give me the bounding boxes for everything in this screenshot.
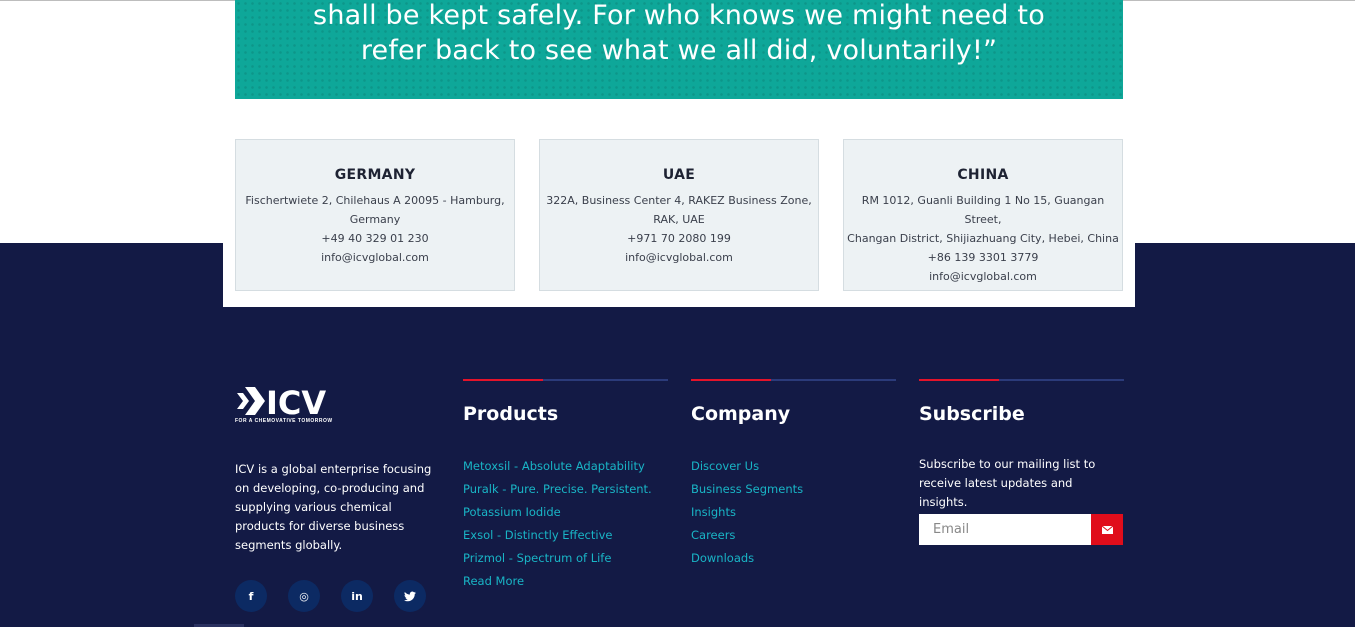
quote-banner: shall be kept safely. For who knows we m… [235,0,1123,99]
twitter-icon[interactable] [394,580,426,612]
company-link-downloads[interactable]: Downloads [691,547,896,570]
product-link-puralk[interactable]: Puralk - Pure. Precise. Persistent. [463,478,668,501]
office-email[interactable]: info@icvglobal.com [540,248,818,267]
office-country: UAE [662,167,696,183]
office-address-line2: RAK, UAE [653,213,705,226]
read-more-link[interactable]: Read More [463,570,668,593]
facebook-icon[interactable]: f [235,580,267,612]
instagram-icon[interactable]: ◎ [288,580,320,612]
office-card-germany: GERMANY Fischertwiete 2, Chilehaus A 200… [235,139,515,291]
office-country: GERMANY [334,167,416,183]
company-links: Discover Us Business Segments Insights C… [691,455,896,570]
company-link-careers[interactable]: Careers [691,524,896,547]
company-column: Company Discover Us Business Segments In… [691,379,896,570]
quote-line-2: refer back to see what we all did, volun… [360,35,998,66]
company-link-insights[interactable]: Insights [691,501,896,524]
linkedin-icon[interactable]: in [341,580,373,612]
company-link-discover-us[interactable]: Discover Us [691,455,896,478]
office-email[interactable]: info@icvglobal.com [236,248,514,267]
icv-logo-mark: ICV [237,384,326,422]
office-address-line2: Changan District, Shijiazhuang City, Heb… [847,232,1119,245]
office-phone[interactable]: +971 70 2080 199 [540,229,818,248]
email-input[interactable] [919,514,1091,545]
office-phone[interactable]: +86 139 3301 3779 [844,248,1122,267]
company-title: Company [691,403,791,425]
office-card-uae: UAE 322A, Business Center 4, RAKEZ Busin… [539,139,819,291]
products-rule [463,379,668,381]
product-link-metoxsil[interactable]: Metoxsil - Absolute Adaptability [463,455,668,478]
office-card-china: CHINA RM 1012, Guanli Building 1 No 15, … [843,139,1123,291]
icv-logo[interactable]: ICV FOR A CHEMOVATIVE TOMORROW [235,384,347,425]
office-email[interactable]: info@icvglobal.com [844,267,1122,286]
logo-tagline: FOR A CHEMOVATIVE TOMORROW [235,418,333,424]
svg-text:ICV: ICV [266,385,326,417]
subscribe-text: Subscribe to our mailing list to receive… [919,457,1096,509]
product-link-potassium-iodide[interactable]: Potassium Iodide [463,501,668,524]
page: shall be kept safely. For who knows we m… [0,0,1355,627]
envelope-icon [1101,525,1113,534]
office-phone[interactable]: +49 40 329 01 230 [236,229,514,248]
office-address-line1: 322A, Business Center 4, RAKEZ Business … [546,194,812,207]
offices-section: GERMANY Fischertwiete 2, Chilehaus A 200… [223,120,1135,307]
company-rule [691,379,896,381]
office-country: CHINA [957,167,1009,183]
subscribe-column: Subscribe Subscribe to our mailing list … [919,379,1124,512]
subscribe-rule [919,379,1124,381]
product-link-exsol[interactable]: Exsol - Distinctly Effective [463,524,668,547]
products-links: Metoxsil - Absolute Adaptability Puralk … [463,455,668,593]
twitter-bird-glyph [404,591,416,601]
office-address-line1: Fischertwiete 2, Chilehaus A 20095 - Ham… [245,194,505,207]
company-link-business-segments[interactable]: Business Segments [691,478,896,501]
office-address-line1: RM 1012, Guanli Building 1 No 15, Guanga… [861,194,1105,226]
subscribe-button[interactable] [1091,514,1123,545]
subscribe-title: Subscribe [919,403,1025,425]
social-links: f ◎ in [235,580,426,612]
office-address-line2: Germany [349,213,401,226]
about-text: ICV is a global enterprise focusing on d… [235,462,432,552]
products-title: Products [463,403,559,425]
quote-line-1: shall be kept safely. For who knows we m… [313,0,1045,31]
subscribe-form [919,514,1123,545]
products-column: Products Metoxsil - Absolute Adaptabilit… [463,379,668,593]
product-link-prizmol[interactable]: Prizmol - Spectrum of Life [463,547,668,570]
